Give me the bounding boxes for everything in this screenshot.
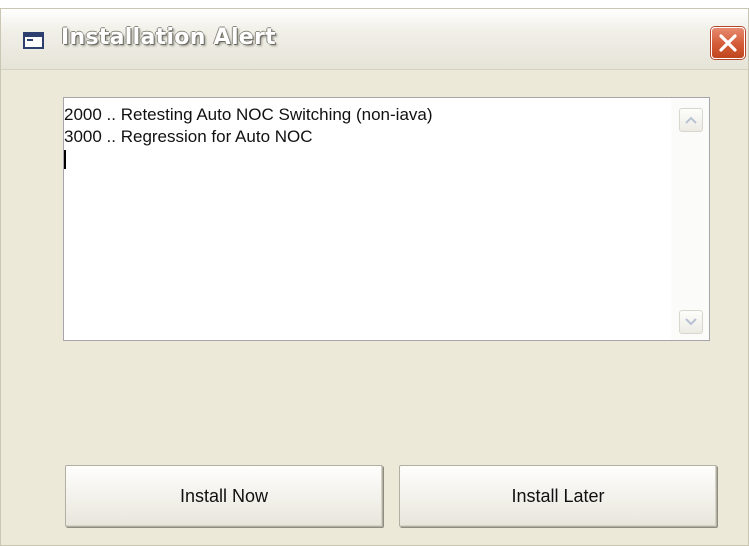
message-line: 2000 .. Retesting Auto NOC Switching (no… (64, 105, 433, 124)
close-button[interactable] (711, 27, 745, 59)
message-textarea[interactable]: 2000 .. Retesting Auto NOC Switching (no… (63, 97, 710, 341)
title-bar[interactable]: Installation Alert (1, 9, 748, 70)
text-caret (64, 150, 66, 169)
vertical-scrollbar[interactable] (671, 98, 709, 340)
message-content: 2000 .. Retesting Auto NOC Switching (no… (64, 104, 433, 169)
chevron-down-icon (685, 318, 697, 326)
message-line: 3000 .. Regression for Auto NOC (64, 127, 313, 146)
scroll-down-button[interactable] (679, 310, 703, 334)
installation-alert-dialog: Installation Alert 2000 .. Retesting Aut… (0, 8, 749, 546)
close-icon (719, 34, 737, 52)
install-now-button[interactable]: Install Now (65, 465, 383, 527)
window-title: Installation Alert (61, 25, 276, 50)
chevron-up-icon (685, 116, 697, 124)
scroll-up-button[interactable] (679, 108, 703, 132)
window-app-icon (23, 31, 45, 51)
install-later-button[interactable]: Install Later (399, 465, 717, 527)
